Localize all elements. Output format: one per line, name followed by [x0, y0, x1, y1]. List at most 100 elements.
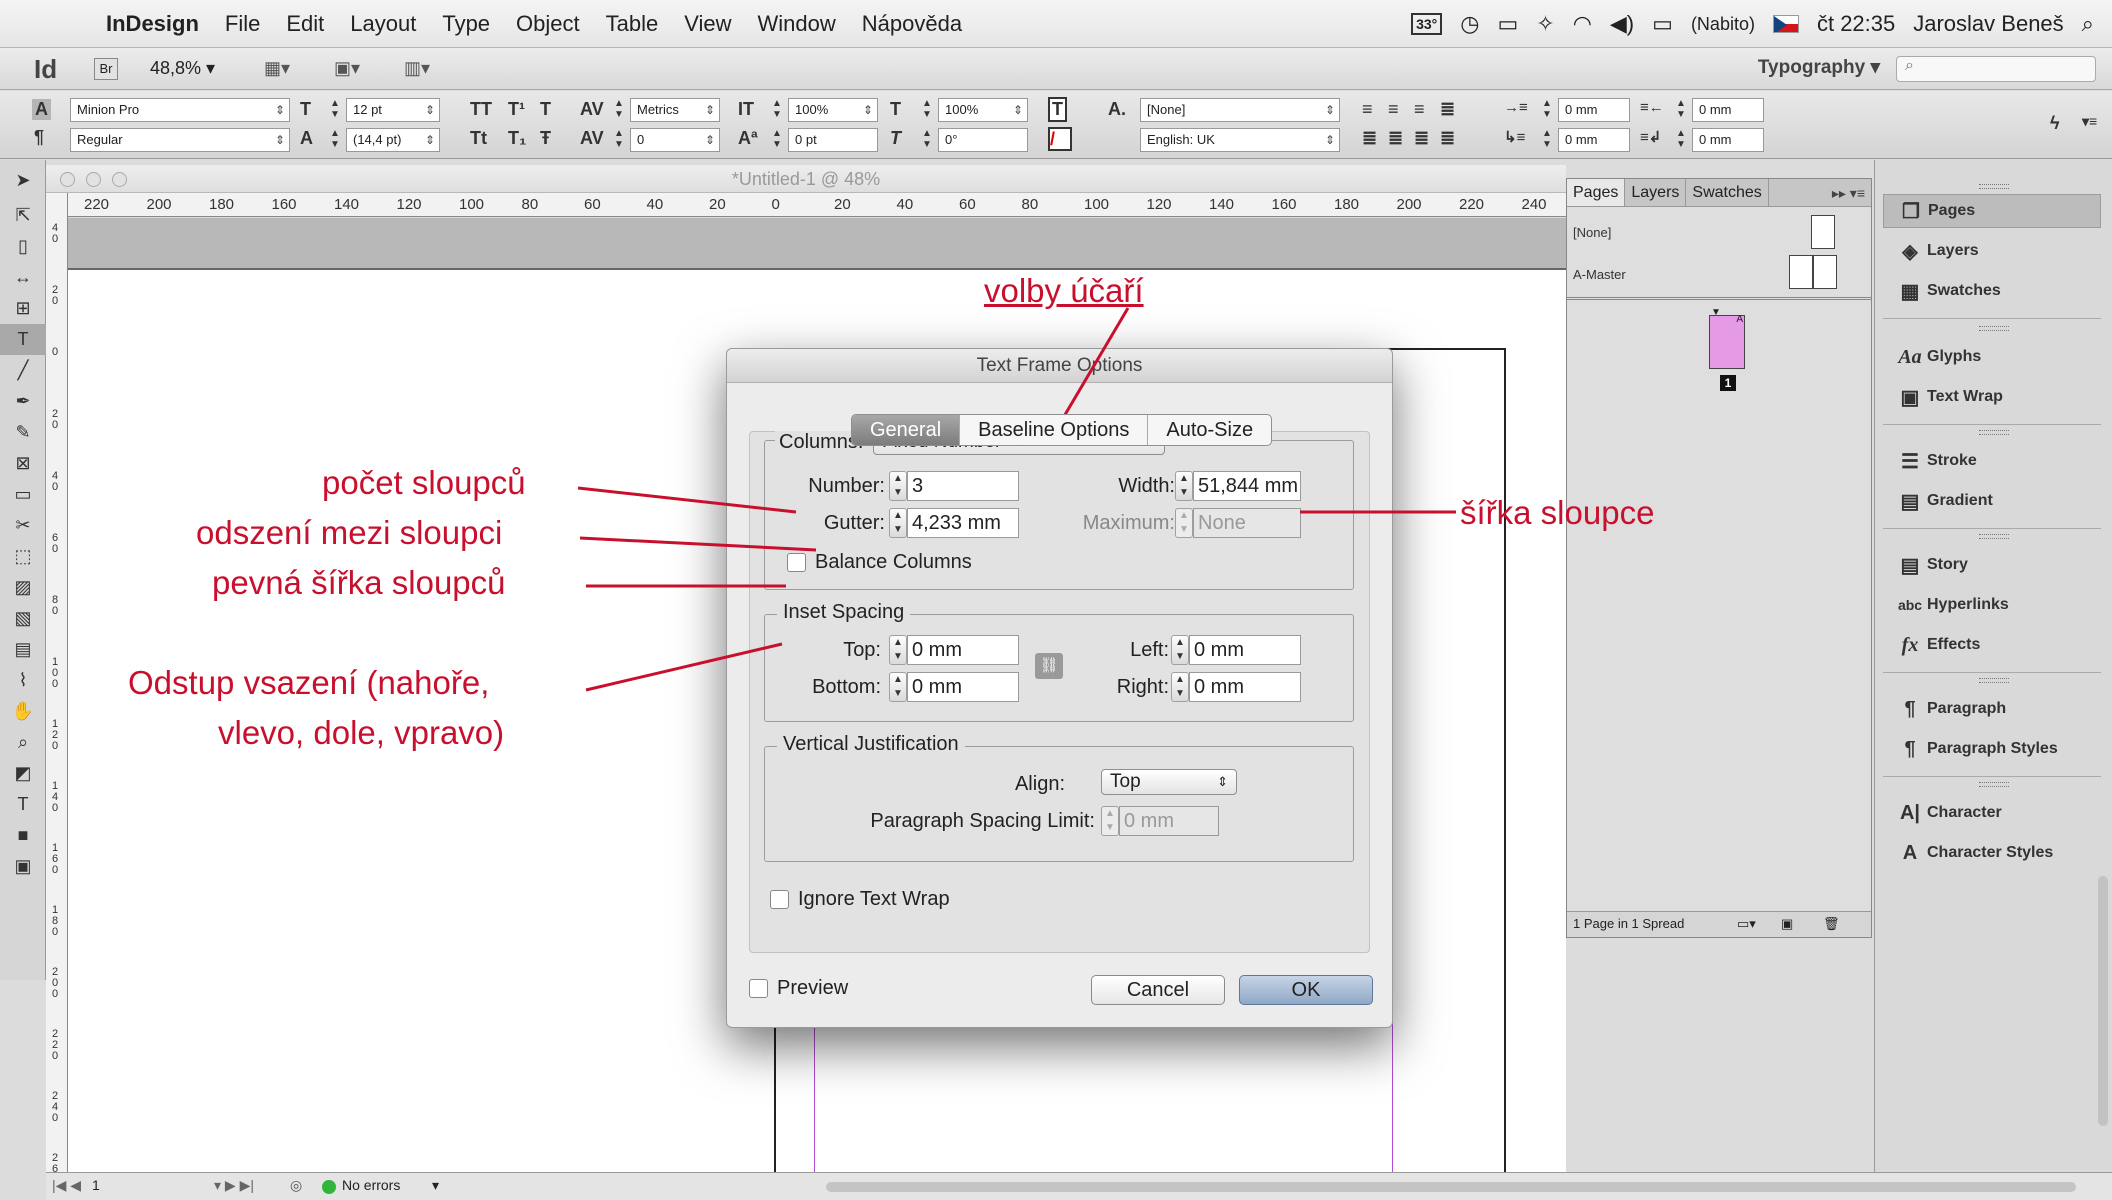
- dock-item-swatches[interactable]: ▦ Swatches: [1883, 274, 2101, 308]
- horizontal-scrollbar[interactable]: [826, 1182, 2076, 1192]
- top-inset-field[interactable]: 0 mm: [907, 635, 1019, 665]
- align-spine-icon[interactable]: ≣: [1440, 128, 1455, 149]
- paragraph-spacing-limit-stepper[interactable]: ▲ ▼: [1101, 806, 1119, 836]
- new-page-icon[interactable]: ▣: [1781, 912, 1793, 936]
- left-indent-stepper[interactable]: ▲ ▼: [1540, 98, 1554, 122]
- strikethrough-icon[interactable]: Ŧ: [540, 128, 551, 149]
- horizontal-scale-stepper[interactable]: ▲ ▼: [920, 98, 934, 122]
- kerning-select[interactable]: Metrics: [630, 98, 720, 122]
- underline-icon[interactable]: T: [540, 99, 551, 120]
- preflight-status[interactable]: No errors: [342, 1177, 400, 1193]
- dock-item-paragraph-styles[interactable]: ¶ Paragraph Styles: [1883, 732, 2101, 766]
- page-number-field[interactable]: 1: [92, 1177, 100, 1193]
- width-stepper[interactable]: ▲ ▼: [1175, 471, 1193, 501]
- kerning-stepper[interactable]: ▲ ▼: [612, 98, 626, 122]
- tracking-field[interactable]: 0: [630, 128, 720, 152]
- pages-panel-menu-icon[interactable]: ▸▸ ▾≡: [1832, 179, 1865, 207]
- dock-grip[interactable]: [1979, 430, 2009, 435]
- view-options-icon[interactable]: ▦▾: [264, 58, 304, 80]
- horizontal-ruler[interactable]: 220 200 180 160 140 120 100 80 60 40 20 0 20 40 60 80 10…: [68, 193, 1566, 217]
- tab-pages[interactable]: Pages: [1567, 179, 1626, 206]
- czech-flag-icon[interactable]: [1772, 15, 1799, 33]
- pen-tool-icon[interactable]: ✒: [0, 386, 46, 417]
- align-center-icon[interactable]: ≡: [1388, 99, 1399, 120]
- preflight-icon[interactable]: ◎: [290, 1177, 302, 1194]
- page-1-thumb[interactable]: A: [1709, 314, 1745, 369]
- time-machine-icon[interactable]: ◷: [1460, 11, 1479, 37]
- maximum-field[interactable]: None: [1193, 508, 1301, 538]
- menu-app[interactable]: InDesign: [106, 11, 199, 37]
- dock-item-stroke[interactable]: ☰ Stroke: [1883, 444, 2101, 478]
- language-select[interactable]: English: UK: [1140, 128, 1340, 152]
- page-tool-icon[interactable]: ▯: [0, 231, 46, 262]
- justify-all-icon[interactable]: ≣: [1414, 128, 1429, 149]
- stroke-text-icon[interactable]: /: [1048, 127, 1072, 151]
- minimize-window-icon[interactable]: [86, 172, 101, 187]
- menu-edit[interactable]: Edit: [286, 11, 324, 37]
- temperature-badge[interactable]: 33°: [1411, 13, 1443, 35]
- gutter-field[interactable]: 4,233 mm: [907, 508, 1019, 538]
- panel-menu-icon[interactable]: ▾≡: [2082, 113, 2097, 130]
- font-size-stepper[interactable]: ▲ ▼: [328, 98, 342, 122]
- cancel-button[interactable]: Cancel: [1091, 975, 1225, 1005]
- vertical-ruler[interactable]: 4020020406080100120140160180200220240260: [46, 193, 68, 1173]
- wifi-icon[interactable]: ◠: [1573, 11, 1592, 37]
- type-tool-icon[interactable]: T: [0, 324, 46, 355]
- bottom-stepper[interactable]: ▲ ▼: [889, 672, 907, 702]
- last-line-indent-stepper[interactable]: ▲ ▼: [1674, 128, 1688, 152]
- dock-item-layers[interactable]: ◈ Layers: [1883, 234, 2101, 268]
- chain-link-icon[interactable]: ⛓: [1035, 653, 1063, 679]
- dock-item-character[interactable]: A| Character: [1883, 796, 2101, 830]
- left-indent-field[interactable]: 0 mm: [1558, 98, 1630, 122]
- zoom-tool-icon[interactable]: ⌕: [0, 727, 46, 758]
- delete-page-icon[interactable]: 🗑: [1823, 912, 1840, 936]
- number-field[interactable]: 3: [907, 471, 1019, 501]
- content-collector-icon[interactable]: ⊞: [0, 293, 46, 324]
- preview-checkbox[interactable]: [749, 979, 768, 998]
- fill-stroke-icon[interactable]: ◩: [0, 758, 46, 789]
- superscript-icon[interactable]: T¹: [508, 99, 525, 120]
- vertical-scale-field[interactable]: 100%: [788, 98, 878, 122]
- menu-help[interactable]: Nápověda: [862, 11, 962, 37]
- align-select[interactable]: Top: [1101, 769, 1237, 795]
- menu-layout[interactable]: Layout: [350, 11, 416, 37]
- tab-swatches[interactable]: Swatches: [1686, 179, 1769, 206]
- display-icon[interactable]: ▭: [1497, 11, 1518, 37]
- dock-scrollbar[interactable]: [2098, 876, 2108, 1126]
- close-window-icon[interactable]: [60, 172, 75, 187]
- gradient-swatch-tool-icon[interactable]: ▨: [0, 572, 46, 603]
- bridge-button[interactable]: Br: [94, 58, 118, 80]
- menu-window[interactable]: Window: [758, 11, 836, 37]
- none-master-row[interactable]: [None]: [1573, 225, 1611, 240]
- dock-item-text-wrap[interactable]: ▣ Text Wrap: [1883, 380, 2101, 414]
- tab-baseline-options[interactable]: Baseline Options: [960, 415, 1149, 445]
- selection-tool-icon[interactable]: ➤: [0, 160, 46, 200]
- a-master-thumb-left[interactable]: [1789, 255, 1813, 289]
- left-inset-field[interactable]: 0 mm: [1189, 635, 1301, 665]
- none-master-thumb[interactable]: [1811, 215, 1835, 249]
- font-style-select[interactable]: Regular: [70, 128, 290, 152]
- menu-type[interactable]: Type: [442, 11, 490, 37]
- quick-apply-icon[interactable]: ϟ: [2050, 113, 2060, 134]
- right-indent-stepper[interactable]: ▲ ▼: [1674, 98, 1688, 122]
- apply-color-icon[interactable]: ■: [0, 820, 46, 851]
- dock-item-effects[interactable]: fx Effects: [1883, 628, 2101, 662]
- clock[interactable]: čt 22:35: [1817, 11, 1895, 37]
- bluetooth-icon[interactable]: ✧: [1536, 11, 1554, 37]
- right-inset-field[interactable]: 0 mm: [1189, 672, 1301, 702]
- ignore-text-wrap-checkbox[interactable]: [770, 890, 789, 909]
- dock-item-gradient[interactable]: ▤ Gradient: [1883, 484, 2101, 518]
- justify-center-icon[interactable]: ≣: [1362, 128, 1377, 149]
- leading-field[interactable]: (14,4 pt): [346, 128, 440, 152]
- dock-grip[interactable]: [1979, 678, 2009, 683]
- note-tool-icon[interactable]: ▤: [0, 634, 46, 665]
- leading-stepper[interactable]: ▲ ▼: [328, 128, 342, 152]
- tab-layers[interactable]: Layers: [1625, 179, 1687, 206]
- justify-left-icon[interactable]: ≣: [1440, 99, 1455, 120]
- width-field[interactable]: 51,844 mm: [1193, 471, 1301, 501]
- font-family-select[interactable]: Minion Pro: [70, 98, 290, 122]
- direct-selection-tool-icon[interactable]: ⇱: [0, 200, 46, 231]
- battery-icon[interactable]: ▭: [1652, 11, 1673, 37]
- tab-auto-size[interactable]: Auto-Size: [1148, 415, 1271, 445]
- ok-button[interactable]: OK: [1239, 975, 1373, 1005]
